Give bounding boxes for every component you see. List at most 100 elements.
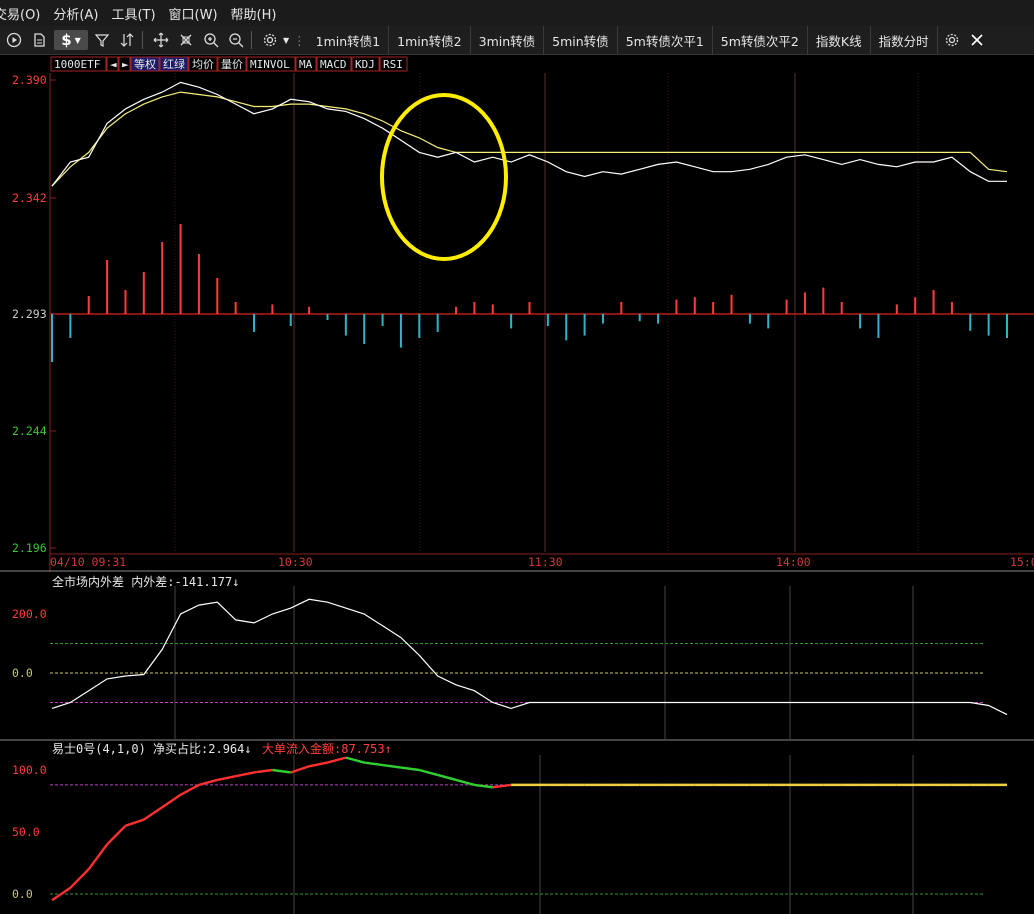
menu-item-4[interactable]: 帮助(H) [231, 4, 286, 23]
p3-line-segment [87, 843, 109, 870]
indicator-tab-7[interactable]: MINVOL [250, 58, 290, 71]
p3-line-segment [455, 778, 475, 787]
toolbar: $ ▼ ▼ ⋮ 1min转债1 1min转债2 3min转债 5min转债 5m转债次平1… [0, 26, 1034, 55]
p3-line-segment [364, 761, 383, 767]
volume-bar [565, 314, 568, 341]
toolbar-tab-2[interactable]: 3min转债 [471, 26, 545, 54]
p2-y-tick-label: 0.0 [12, 666, 33, 680]
settings-icon[interactable] [941, 29, 963, 51]
indicator-tab-11[interactable]: RSI [383, 58, 403, 71]
gear-icon[interactable] [259, 29, 281, 51]
volume-bar [399, 314, 402, 348]
volume-bar [583, 314, 586, 336]
grid-lines [0, 73, 1034, 741]
p3-line-segment [235, 771, 255, 778]
volume-bar [216, 278, 219, 314]
filter-icon[interactable] [91, 29, 113, 51]
toolbar-tabs: 1min转债1 1min转债2 3min转债 5min转债 5m转债次平1 5m转债次平2… [308, 26, 938, 54]
p3-line-segment [382, 763, 402, 769]
volume-bar [785, 299, 788, 314]
p3-line-segment [161, 793, 182, 809]
indicator-tab-0[interactable]: 1000ETF [54, 58, 100, 71]
volume-bar [197, 254, 200, 314]
volume-bar [528, 302, 531, 314]
volume-bars [51, 224, 1008, 362]
p3-line-segment [308, 761, 328, 768]
toolbar-tab-7[interactable]: 指数分时 [871, 26, 938, 54]
p3-line-segment [418, 768, 438, 777]
main-y-tick-label: 2.342 [12, 191, 47, 205]
annotation-circle [380, 93, 508, 261]
document-icon[interactable] [28, 29, 50, 51]
sort-icon[interactable] [116, 29, 138, 51]
p3-line-segment [69, 868, 90, 889]
menu-item-2[interactable]: 工具(T) [111, 4, 164, 23]
indicator-tab-5[interactable]: 均价 [192, 58, 214, 71]
p3-y-tick-label: 100.0 [12, 763, 47, 777]
volume-bar [106, 260, 109, 314]
chevron-down-icon: ▼ [74, 35, 81, 45]
indicator-tab-6[interactable]: 量价 [221, 58, 243, 71]
indicator-tab-1[interactable]: ◄ [110, 58, 117, 71]
volume-bar [179, 224, 182, 314]
menu-item-3[interactable]: 窗口(W) [169, 4, 227, 23]
volume-bar [161, 242, 164, 314]
indicator-tab-4[interactable]: 红绿 [163, 57, 185, 71]
p2-y-tick-label: 200.0 [12, 607, 47, 621]
volume-bar [620, 302, 623, 314]
play-icon[interactable] [3, 29, 25, 51]
volume-bar [234, 302, 237, 314]
menu-item-0[interactable]: 交易(O) [0, 4, 49, 23]
menu-bar: 交易(O) 分析(A) 工具(T) 窗口(W) 帮助(H) [0, 0, 1034, 26]
p2-title: 全市场内外差 内外差:-141.177↓ [52, 574, 239, 589]
avg-price-line [51, 91, 1008, 187]
volume-bar [51, 314, 53, 362]
toolbar-separator [142, 31, 143, 49]
p3-line-segment [106, 824, 127, 846]
volume-bar [124, 290, 127, 314]
indicator-tab-9[interactable]: MACD [320, 58, 347, 71]
volume-bar [803, 292, 806, 314]
volume-bar [950, 302, 953, 314]
volume-bar [271, 304, 274, 314]
toolbar-separator [251, 31, 252, 49]
indicator-tab-2[interactable]: ► [122, 58, 129, 71]
zoom-in-icon[interactable] [200, 29, 222, 51]
indicator-tab-8[interactable]: MA [299, 58, 313, 71]
close-icon[interactable] [966, 29, 988, 51]
volume-bar [675, 299, 678, 314]
toolbar-tab-0[interactable]: 1min转债1 [308, 26, 390, 54]
panel-inner-outer-diff: 全市场内外差 内外差:-141.177↓ 200.0 0.0 [12, 574, 1008, 740]
chevron-down-icon[interactable]: ▼ [283, 36, 289, 45]
volume-bar [87, 296, 90, 314]
volume-bar [289, 314, 292, 326]
toolbar-tab-6[interactable]: 指数K线 [808, 26, 871, 54]
main-y-tick-label: 2.244 [12, 424, 47, 438]
move-icon[interactable] [150, 29, 172, 51]
price-lines [51, 81, 1008, 187]
dollar-button[interactable]: $ ▼ [54, 30, 88, 50]
p3-line-segment [125, 818, 145, 827]
toolbar-tab-1[interactable]: 1min转债2 [389, 26, 471, 54]
volume-bar [473, 302, 476, 314]
toolbar-tab-3[interactable]: 5min转债 [544, 26, 618, 54]
crosshair-icon[interactable] [175, 29, 197, 51]
volume-bar [326, 314, 329, 320]
axes: 2.390 2.342 2.293 2.244 2.19604/10 09:31 10:3… [12, 73, 1034, 569]
p3-y-tick-label: 0.0 [12, 887, 33, 901]
p3-title: 易士0号(4,1,0) 净买占比:2.964↓ [52, 741, 252, 756]
indicator-tab-10[interactable]: KDJ [355, 58, 375, 71]
volume-bar [657, 314, 660, 324]
main-x-tick-label: 04/10 09:31 [50, 555, 126, 569]
zoom-out-icon[interactable] [225, 29, 247, 51]
toolbar-tab-5[interactable]: 5m转债次平2 [713, 26, 808, 54]
toolbar-tab-4[interactable]: 5m转债次平1 [618, 26, 713, 54]
volume-bar [436, 314, 439, 332]
chart-area[interactable]: 1000ETF ◄ ► 等权 红绿 均价 量价 MINVOL MA MACD KDJ RSI 2.39… [0, 55, 1034, 914]
volume-bar [748, 314, 751, 324]
main-x-tick-label: 10:30 [278, 555, 313, 569]
indicator-tab-3[interactable]: 等权 [134, 57, 156, 71]
volume-bar [142, 272, 145, 314]
price-line [51, 81, 1007, 187]
menu-item-1[interactable]: 分析(A) [53, 4, 107, 23]
